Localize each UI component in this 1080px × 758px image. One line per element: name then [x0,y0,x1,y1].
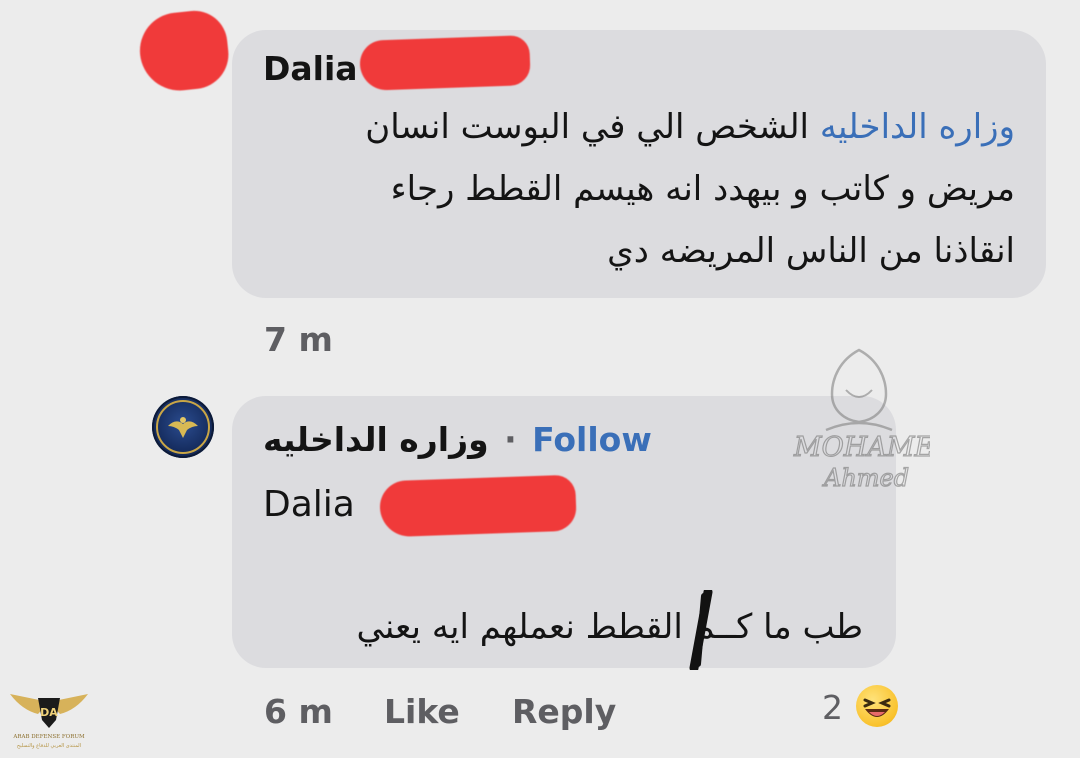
follow-button[interactable]: Follow [532,420,652,459]
comment-line-2: مريض و كاتب و بيهدد انه هيسم القطط رجاء [390,169,1015,209]
redacted-surname [359,35,531,91]
svg-text:DA: DA [40,706,58,719]
redacted-avatar [136,7,232,95]
redacted-tagged-surname [379,474,577,538]
reply-button[interactable]: Reply [512,692,616,731]
eagle-emblem-icon [156,400,210,454]
tagged-name[interactable]: Dalia [263,484,355,525]
reaction-count[interactable]: 2 [822,688,843,727]
svg-text:Ahmed: Ahmed [822,464,909,492]
reply-text-part-2: ـم القطط نعملهم ايه يعني [356,607,727,647]
comment-line-1: وزاره الداخليه الشخص الي في البوست انسان [365,96,1015,158]
reply-text: طب ما كــم القطط نعملهم ايه يعني [357,596,863,658]
separator-dot: · [504,420,517,459]
comment-timestamp[interactable]: 7 m [264,320,333,359]
svg-text:ARAB DEFENSE FORUM: ARAB DEFENSE FORUM [12,734,85,740]
comment-line-1-text: الشخص الي في البوست انسان [365,107,809,147]
like-button[interactable]: Like [384,692,460,731]
watermark: MOHAMED Ahmed [788,346,957,496]
mention-link[interactable]: وزاره الداخليه [820,107,1015,147]
reply-author-name[interactable]: وزاره الداخليه [263,420,489,459]
svg-text:MOHAMED: MOHAMED [793,432,930,463]
laughing-emoji-icon[interactable] [856,685,898,727]
reply-text-part-1: طب ما كـ [726,607,863,647]
comment-author-name[interactable]: Dalia [263,49,358,88]
svg-text:المنتدى العربي للدفاع والتسليح: المنتدى العربي للدفاع والتسليح [17,743,81,749]
hooded-figure-icon: MOHAMED Ahmed [792,348,957,493]
wings-logo-icon: DA ARAB DEFENSE FORUM المنتدى العربي للد… [10,694,88,749]
laughing-face-icon [863,698,891,717]
reply-timestamp[interactable]: 6 m [264,692,333,731]
reply-header: وزاره الداخليه · Follow [263,420,652,459]
comment-line-3: انقاذنا من الناس المريضه دي [607,231,1015,271]
forum-logo: DA ARAB DEFENSE FORUM المنتدى العربي للد… [6,684,92,754]
ministry-avatar[interactable] [152,396,214,458]
scribble-mark [689,590,713,670]
